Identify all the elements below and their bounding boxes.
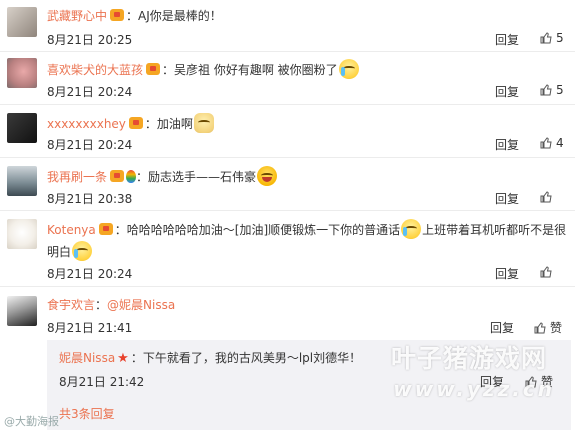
divider — [0, 51, 575, 52]
reply-button[interactable]: 回复 — [495, 190, 519, 207]
reply-button[interactable]: 回复 — [495, 31, 519, 48]
comment-text: 吴彦祖 你好有趣啊 被你圈粉了 — [174, 63, 338, 77]
comment-separator: ： — [114, 223, 127, 237]
vip-badge-icon — [146, 63, 161, 75]
like-label: 赞 — [550, 321, 563, 335]
laugh-emoji-icon — [257, 166, 278, 186]
thumbs-up-icon — [540, 84, 552, 96]
comment-text: 加油啊 — [156, 117, 193, 131]
comment-time: 8月21日 21:41 — [47, 321, 133, 335]
divider — [0, 210, 575, 211]
doge-emoji-icon — [193, 113, 214, 133]
comment-time: 8月21日 20:24 — [47, 138, 133, 152]
avatar[interactable] — [7, 166, 37, 196]
divider — [0, 104, 575, 105]
comment-separator: ： — [95, 298, 108, 312]
thumbs-up-icon — [540, 32, 552, 44]
more-replies-link[interactable]: 共3条回复 — [59, 405, 115, 422]
comment-text: AJ你是最棒的！ — [138, 9, 222, 23]
comment-text-continued: 上班带着耳机听都听不是很 — [422, 223, 567, 237]
like-button[interactable] — [540, 190, 556, 204]
reply-button[interactable]: 回复 — [490, 319, 514, 336]
thumbs-up-icon — [540, 266, 552, 278]
comment-line: xxxxxxxxhey ：加油啊 — [47, 113, 215, 133]
nested-reply-username[interactable]: 妮晨Nissa — [59, 351, 115, 365]
site-watermark: 叶子猪游戏网 — [390, 344, 547, 373]
comment-text: 哈哈哈哈哈哈加油～[加油]顺便锻炼一下你的普通话 — [126, 223, 401, 237]
comment-separator: ： — [162, 63, 175, 77]
like-button[interactable]: 4 — [540, 136, 564, 150]
comment-line: Kotenya ：哈哈哈哈哈哈加油～[加油]顺便锻炼一下你的普通话 上班带着耳机听都… — [47, 219, 566, 239]
like-button[interactable]: 5 — [540, 83, 564, 97]
like-count: 5 — [556, 83, 564, 97]
site-url-watermark: www.yzz.cn — [393, 377, 555, 401]
comment-time: 8月21日 20:24 — [47, 85, 133, 99]
cry-laugh-emoji-icon — [338, 59, 359, 79]
comment-separator: ： — [144, 117, 157, 131]
mention-link[interactable]: @妮晨Nissa — [107, 298, 175, 312]
like-count: 5 — [556, 31, 564, 45]
thumbs-up-icon — [540, 191, 552, 203]
like-button[interactable]: 赞 — [534, 319, 562, 336]
nested-reply-line: 妮晨Nissa ★ ：下午就看了，我的古风美男～lpl刘德华！ — [59, 349, 361, 368]
comment-line: 食宇欢言：@妮晨Nissa — [47, 296, 175, 314]
avatar[interactable] — [7, 296, 37, 326]
nested-reply-time: 8月21日 21:42 — [59, 375, 145, 389]
vip-badge-icon — [110, 170, 125, 182]
cry-laugh-emoji-icon — [72, 241, 93, 261]
avatar[interactable] — [7, 58, 37, 88]
comment-text-wrap: 明白 — [47, 245, 72, 259]
balloon-icon — [126, 170, 137, 183]
star-icon: ★ — [117, 351, 129, 366]
comment-username[interactable]: 喜欢柴犬的大蓝孩 — [47, 63, 143, 77]
nested-reply-separator: ： — [130, 351, 143, 365]
nested-reply-text: 下午就看了，我的古风美男～lpl刘德华！ — [142, 351, 362, 365]
comment-username[interactable]: 武藏野心中 — [47, 9, 107, 23]
comment-username[interactable]: xxxxxxxxhey — [47, 117, 126, 131]
comment-line: 武藏野心中 ：AJ你是最棒的！ — [47, 7, 222, 25]
comment-separator: ： — [126, 9, 139, 23]
like-button[interactable]: 5 — [540, 31, 564, 45]
avatar[interactable] — [7, 7, 37, 37]
divider — [0, 157, 575, 158]
comment-time: 8月21日 20:38 — [47, 192, 133, 206]
corner-watermark: @大勤海报 — [4, 415, 59, 428]
comment-separator: ： — [136, 170, 149, 184]
like-count: 4 — [556, 136, 564, 150]
comment-username[interactable]: 我再刷一条 — [47, 170, 107, 184]
comment-username[interactable]: 食宇欢言 — [47, 298, 95, 312]
comment-line: 喜欢柴犬的大蓝孩 ：吴彦祖 你好有趣啊 被你圈粉了 — [47, 59, 360, 79]
comment-line: 我再刷一条 ：励志选手——石伟豪 — [47, 166, 278, 186]
vip-badge-icon — [110, 9, 125, 21]
comment-time: 8月21日 20:25 — [47, 33, 133, 47]
reply-button[interactable]: 回复 — [495, 83, 519, 100]
avatar[interactable] — [7, 113, 37, 143]
vip-badge-icon — [98, 223, 113, 235]
reply-button[interactable]: 回复 — [495, 136, 519, 153]
thumbs-up-icon — [534, 322, 546, 334]
comment-line-wrap: 明白 — [47, 241, 93, 261]
cry-laugh-emoji-icon — [401, 219, 422, 239]
reply-button[interactable]: 回复 — [495, 265, 519, 282]
avatar[interactable] — [7, 219, 37, 249]
comment-time: 8月21日 20:24 — [47, 267, 133, 281]
comment-text: 励志选手——石伟豪 — [148, 170, 257, 184]
comment-username[interactable]: Kotenya — [47, 223, 96, 237]
like-button[interactable] — [540, 265, 556, 279]
thumbs-up-icon — [540, 137, 552, 149]
vip-badge-icon — [128, 117, 143, 129]
divider — [0, 286, 575, 287]
